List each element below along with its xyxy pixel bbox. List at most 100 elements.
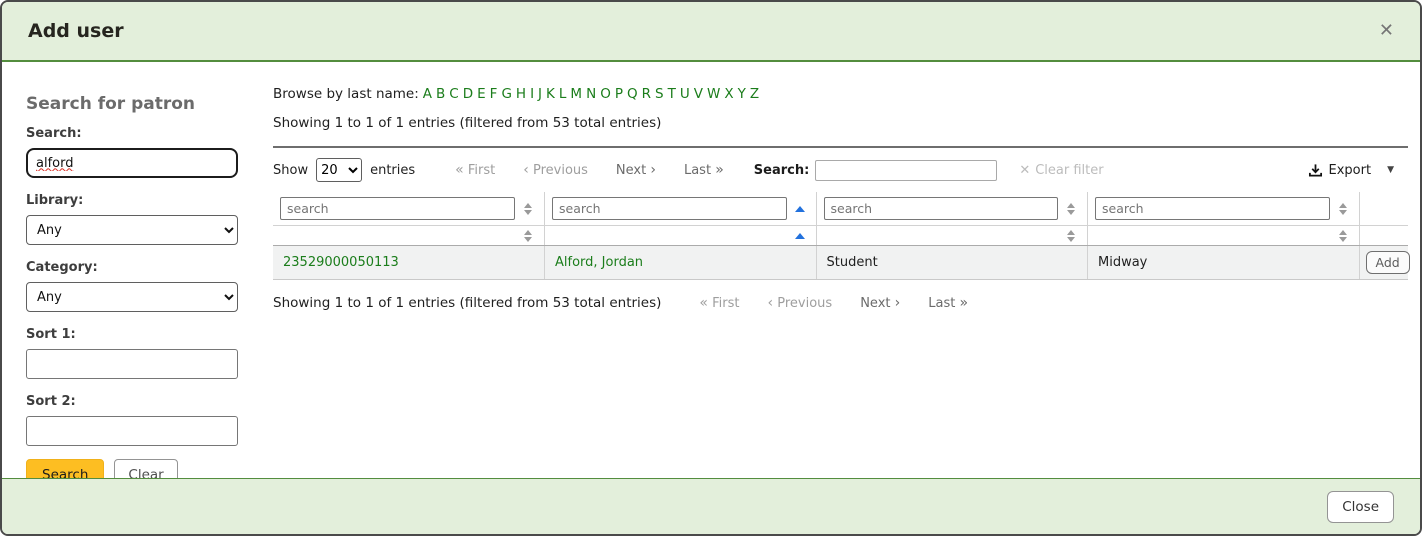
filter-cardnumber-input[interactable] [280, 197, 515, 220]
patron-row: 23529000050113 Alford, Jordan Student Mi… [273, 246, 1408, 280]
pager-first[interactable]: « First [455, 162, 495, 178]
browse-letter-K[interactable]: K [546, 86, 555, 102]
pager-first[interactable]: « First [699, 295, 739, 311]
sort-both-icon[interactable] [1334, 230, 1352, 242]
double-chevron-right-icon: » [715, 162, 724, 178]
results-info-bottom: Showing 1 to 1 of 1 entries (filtered fr… [273, 295, 661, 311]
browse-letter-U[interactable]: U [680, 86, 690, 102]
clear-x-icon: ✕ [1019, 163, 1030, 178]
browse-letter-N[interactable]: N [586, 86, 596, 102]
patron-results-main: Browse by last name:ABCDEFGHIJKLMNOPQRST… [273, 80, 1408, 478]
pager-top: « First ‹ Previous Next › Last » [441, 162, 738, 178]
chevron-right-icon: › [895, 295, 901, 311]
browse-letter-F[interactable]: F [490, 86, 498, 102]
browse-letter-O[interactable]: O [600, 86, 611, 102]
cardnumber-link[interactable]: 23529000050113 [283, 255, 399, 270]
browse-letter-S[interactable]: S [655, 86, 664, 102]
modal-header: Add user ✕ [2, 2, 1420, 62]
sidebar-buttons: Search Clear [26, 459, 238, 478]
pager-last[interactable]: Last » [928, 295, 968, 311]
browse-letter-D[interactable]: D [463, 86, 473, 102]
modal-title: Add user [28, 20, 124, 42]
library-label: Library: [26, 193, 238, 208]
clear-button[interactable]: Clear [114, 459, 177, 478]
cardnumber-cell: 23529000050113 [273, 246, 545, 280]
browse-letter-J[interactable]: J [538, 86, 542, 102]
browse-letter-A[interactable]: A [423, 86, 432, 102]
search-button[interactable]: Search [26, 459, 104, 478]
sort-asc-icon[interactable] [791, 233, 809, 239]
browse-letter-M[interactable]: M [570, 86, 582, 102]
browse-letter-V[interactable]: V [694, 86, 703, 102]
action-cell: Add [1359, 246, 1408, 280]
browse-letter-Y[interactable]: Y [738, 86, 746, 102]
category-cell: Student [816, 246, 1088, 280]
browse-letter-L[interactable]: L [559, 86, 567, 102]
browse-letter-Z[interactable]: Z [750, 86, 759, 102]
browse-letter-C[interactable]: C [449, 86, 458, 102]
sort-asc-icon[interactable] [791, 206, 809, 212]
table-filter-row [273, 192, 1408, 226]
export-button[interactable]: Export ▼ [1308, 163, 1408, 178]
double-chevron-right-icon: » [959, 295, 968, 311]
browse-letter-Q[interactable]: Q [627, 86, 638, 102]
export-label: Export [1329, 163, 1372, 178]
sort1-label: Sort 1: [26, 327, 238, 342]
modal-body: Search for patron Search: Library: Any C… [2, 62, 1420, 478]
browse-letter-H[interactable]: H [516, 86, 526, 102]
sort-both-icon[interactable] [1062, 230, 1080, 242]
browse-letter-T[interactable]: T [668, 86, 676, 102]
filter-name-input[interactable] [552, 197, 787, 220]
pager-next[interactable]: Next › [616, 162, 656, 178]
browse-letter-W[interactable]: W [707, 86, 720, 102]
datatable-toolbar: Show 20 entries « First ‹ Previous Next … [273, 148, 1408, 192]
browse-letter-I[interactable]: I [530, 86, 534, 102]
table-search-input[interactable] [815, 160, 997, 181]
sidebar-heading: Search for patron [26, 94, 238, 114]
sort-both-icon[interactable] [519, 230, 537, 242]
add-patron-button[interactable]: Add [1366, 251, 1410, 274]
patron-name-link[interactable]: Alford, Jordan [555, 255, 643, 270]
clear-filter-button[interactable]: ✕Clear filter [1019, 163, 1103, 178]
browse-letter-B[interactable]: B [436, 86, 445, 102]
download-icon [1308, 163, 1323, 178]
table-header-row [273, 226, 1408, 246]
entries-label: entries [370, 163, 415, 178]
sort1-input[interactable] [26, 349, 238, 379]
browse-letter-G[interactable]: G [501, 86, 511, 102]
page-size-select[interactable]: 20 [316, 158, 362, 182]
close-icon[interactable]: ✕ [1379, 22, 1394, 40]
pager-bottom: « First ‹ Previous Next › Last » [685, 295, 982, 311]
pager-last[interactable]: Last » [684, 162, 724, 178]
double-chevron-left-icon: « [455, 162, 464, 178]
browse-letter-P[interactable]: P [615, 86, 623, 102]
results-info-top: Showing 1 to 1 of 1 entries (filtered fr… [273, 115, 1408, 131]
patron-search-sidebar: Search for patron Search: Library: Any C… [26, 80, 238, 478]
close-button[interactable]: Close [1327, 491, 1394, 523]
sort-both-icon[interactable] [1334, 203, 1352, 215]
sort2-input[interactable] [26, 416, 238, 446]
show-label: Show [273, 163, 308, 178]
sort-both-icon[interactable] [519, 203, 537, 215]
table-search-label: Search: [754, 163, 810, 178]
browse-letter-R[interactable]: R [642, 86, 651, 102]
browse-letters: ABCDEFGHIJKLMNOPQRSTUVWXYZ [419, 86, 759, 102]
filter-library-input[interactable] [1095, 197, 1330, 220]
sort-both-icon[interactable] [1062, 203, 1080, 215]
category-select[interactable]: Any [26, 282, 238, 312]
library-select[interactable]: Any [26, 215, 238, 245]
browse-letter-X[interactable]: X [724, 86, 733, 102]
pager-previous[interactable]: ‹ Previous [768, 295, 833, 311]
library-cell: Midway [1088, 246, 1360, 280]
pager-next[interactable]: Next › [860, 295, 900, 311]
datatable-wrapper: Show 20 entries « First ‹ Previous Next … [273, 146, 1408, 311]
patron-results-table: 23529000050113 Alford, Jordan Student Mi… [273, 192, 1408, 280]
name-cell: Alford, Jordan [545, 246, 817, 280]
browse-by-last-name: Browse by last name:ABCDEFGHIJKLMNOPQRST… [273, 86, 1408, 102]
pager-previous[interactable]: ‹ Previous [523, 162, 588, 178]
patron-search-input[interactable] [26, 148, 238, 178]
search-label: Search: [26, 126, 238, 141]
filter-category-input[interactable] [824, 197, 1059, 220]
browse-letter-E[interactable]: E [477, 86, 486, 102]
chevron-left-icon: ‹ [523, 162, 529, 178]
